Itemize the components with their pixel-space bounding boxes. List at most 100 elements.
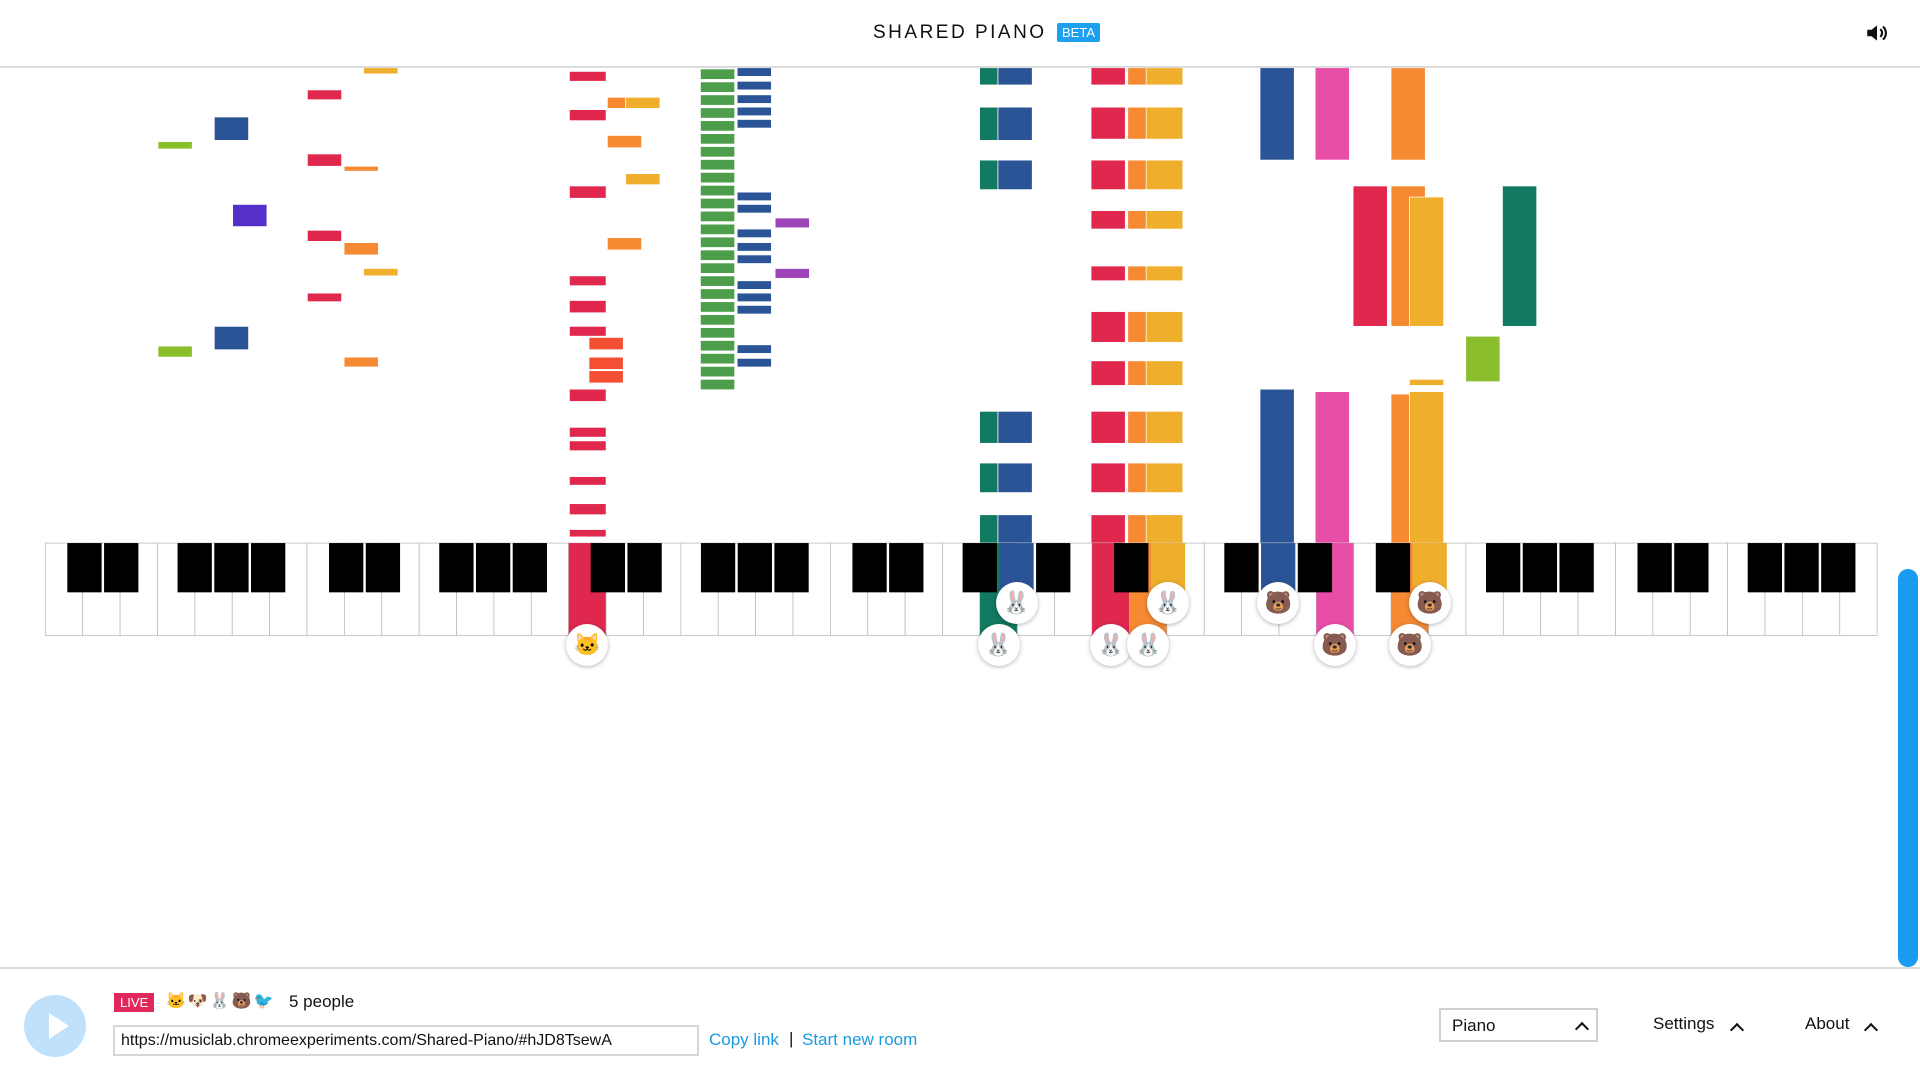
black-key-C#4[interactable] bbox=[852, 543, 887, 593]
user-avatar: 🐰 bbox=[977, 624, 1020, 667]
note-bar bbox=[997, 67, 1033, 86]
black-key-D#3[interactable] bbox=[627, 543, 662, 593]
note-bar bbox=[569, 503, 607, 516]
note-bar bbox=[1390, 67, 1426, 161]
note-bar bbox=[736, 119, 772, 129]
note-bar bbox=[569, 109, 607, 122]
about-menu[interactable]: About bbox=[1805, 1014, 1849, 1034]
note-bar bbox=[569, 325, 607, 337]
note-bar bbox=[736, 228, 772, 239]
chevron-up-icon[interactable] bbox=[1729, 1022, 1745, 1038]
note-bar bbox=[700, 353, 736, 365]
note-bar bbox=[343, 356, 379, 368]
black-key-D#2[interactable] bbox=[365, 543, 401, 593]
note-bar bbox=[606, 96, 627, 109]
note-bar bbox=[736, 106, 772, 117]
note-bar bbox=[1465, 335, 1501, 383]
play-button[interactable] bbox=[24, 995, 86, 1057]
scrollbar-thumb[interactable] bbox=[1898, 569, 1918, 967]
black-key-G#1[interactable] bbox=[214, 543, 249, 593]
black-key-G#7[interactable] bbox=[1784, 543, 1819, 593]
people-count: 5 people bbox=[289, 992, 355, 1011]
black-key-A#7[interactable] bbox=[1821, 543, 1856, 593]
black-key-F#1[interactable] bbox=[177, 543, 212, 593]
note-bar bbox=[1145, 265, 1184, 282]
note-bar bbox=[588, 356, 624, 370]
black-key-A#1[interactable] bbox=[251, 543, 286, 593]
black-key-G#3[interactable] bbox=[737, 543, 772, 593]
note-bar bbox=[736, 191, 772, 202]
note-bar bbox=[1145, 67, 1184, 86]
note-bar bbox=[569, 71, 607, 82]
black-key-F#4[interactable] bbox=[962, 543, 997, 593]
about-label: About bbox=[1805, 1014, 1850, 1033]
note-bar bbox=[569, 388, 607, 402]
note-bar bbox=[588, 337, 624, 351]
note-bar bbox=[979, 106, 999, 141]
black-key-A#5[interactable] bbox=[1297, 543, 1333, 593]
note-bar bbox=[1145, 106, 1184, 140]
note-bar bbox=[736, 94, 772, 104]
copy-link-button[interactable]: Copy link bbox=[709, 1030, 779, 1050]
black-key-G#6[interactable] bbox=[1522, 543, 1558, 593]
black-key-F#3[interactable] bbox=[700, 543, 736, 593]
note-bar bbox=[606, 135, 642, 149]
note-bar bbox=[736, 357, 772, 368]
note-bar bbox=[1145, 462, 1184, 493]
black-key-C#3[interactable] bbox=[590, 543, 626, 593]
black-key-G#2[interactable] bbox=[475, 543, 511, 593]
black-key-A#3[interactable] bbox=[774, 543, 809, 593]
note-bar bbox=[232, 204, 268, 227]
instrument-select[interactable]: Piano bbox=[1439, 1008, 1598, 1042]
black-key-F#7[interactable] bbox=[1747, 543, 1782, 593]
note-bar bbox=[306, 229, 342, 242]
note-bar bbox=[736, 305, 772, 315]
black-key-F#5[interactable] bbox=[1224, 543, 1259, 593]
note-bar bbox=[700, 146, 736, 158]
speaker-icon[interactable] bbox=[1864, 20, 1890, 46]
note-bar bbox=[700, 159, 736, 171]
note-bar bbox=[157, 141, 193, 150]
black-key-C#2[interactable] bbox=[329, 543, 364, 593]
note-bar bbox=[1259, 388, 1295, 544]
note-bar bbox=[700, 81, 736, 93]
black-key-A#2[interactable] bbox=[512, 543, 547, 593]
note-bar bbox=[213, 325, 249, 351]
black-key-F#6[interactable] bbox=[1486, 543, 1521, 593]
note-bar bbox=[700, 340, 736, 352]
black-key-A#4[interactable] bbox=[1036, 543, 1071, 593]
note-bar bbox=[700, 172, 736, 184]
room-url-input[interactable] bbox=[113, 1025, 699, 1056]
note-bar bbox=[306, 153, 342, 167]
black-key-C#7[interactable] bbox=[1637, 543, 1672, 593]
start-new-room-link[interactable]: Start new room bbox=[802, 1030, 917, 1050]
black-key-F#2[interactable] bbox=[439, 543, 474, 593]
black-key-A#6[interactable] bbox=[1559, 543, 1594, 593]
note-bar bbox=[700, 210, 736, 223]
user-avatar: 🐻 bbox=[1388, 624, 1431, 667]
note-bar bbox=[1145, 410, 1184, 444]
black-key-D#4[interactable] bbox=[889, 543, 924, 593]
note-bar bbox=[736, 254, 772, 264]
beta-badge: BETA bbox=[1057, 23, 1100, 42]
note-bar bbox=[1409, 378, 1445, 386]
note-bar bbox=[700, 94, 736, 106]
note-bar bbox=[736, 280, 772, 290]
black-key-D#7[interactable] bbox=[1674, 543, 1709, 593]
note-bar bbox=[1145, 360, 1184, 386]
black-key-D#1[interactable] bbox=[104, 543, 139, 593]
note-bar bbox=[1090, 360, 1126, 386]
note-bar bbox=[306, 89, 342, 101]
settings-menu[interactable]: Settings bbox=[1653, 1014, 1714, 1034]
note-bar bbox=[1090, 67, 1126, 86]
note-bar bbox=[979, 159, 999, 191]
black-key-C#1[interactable] bbox=[67, 543, 102, 593]
chevron-up-icon[interactable] bbox=[1863, 1022, 1879, 1038]
note-bar bbox=[343, 242, 379, 256]
black-key-C#6[interactable] bbox=[1375, 543, 1411, 593]
note-bar bbox=[736, 80, 772, 91]
note-bar bbox=[157, 345, 193, 358]
note-bar bbox=[1314, 67, 1350, 161]
note-bar bbox=[1409, 391, 1445, 544]
black-key-C#5[interactable] bbox=[1114, 543, 1149, 593]
